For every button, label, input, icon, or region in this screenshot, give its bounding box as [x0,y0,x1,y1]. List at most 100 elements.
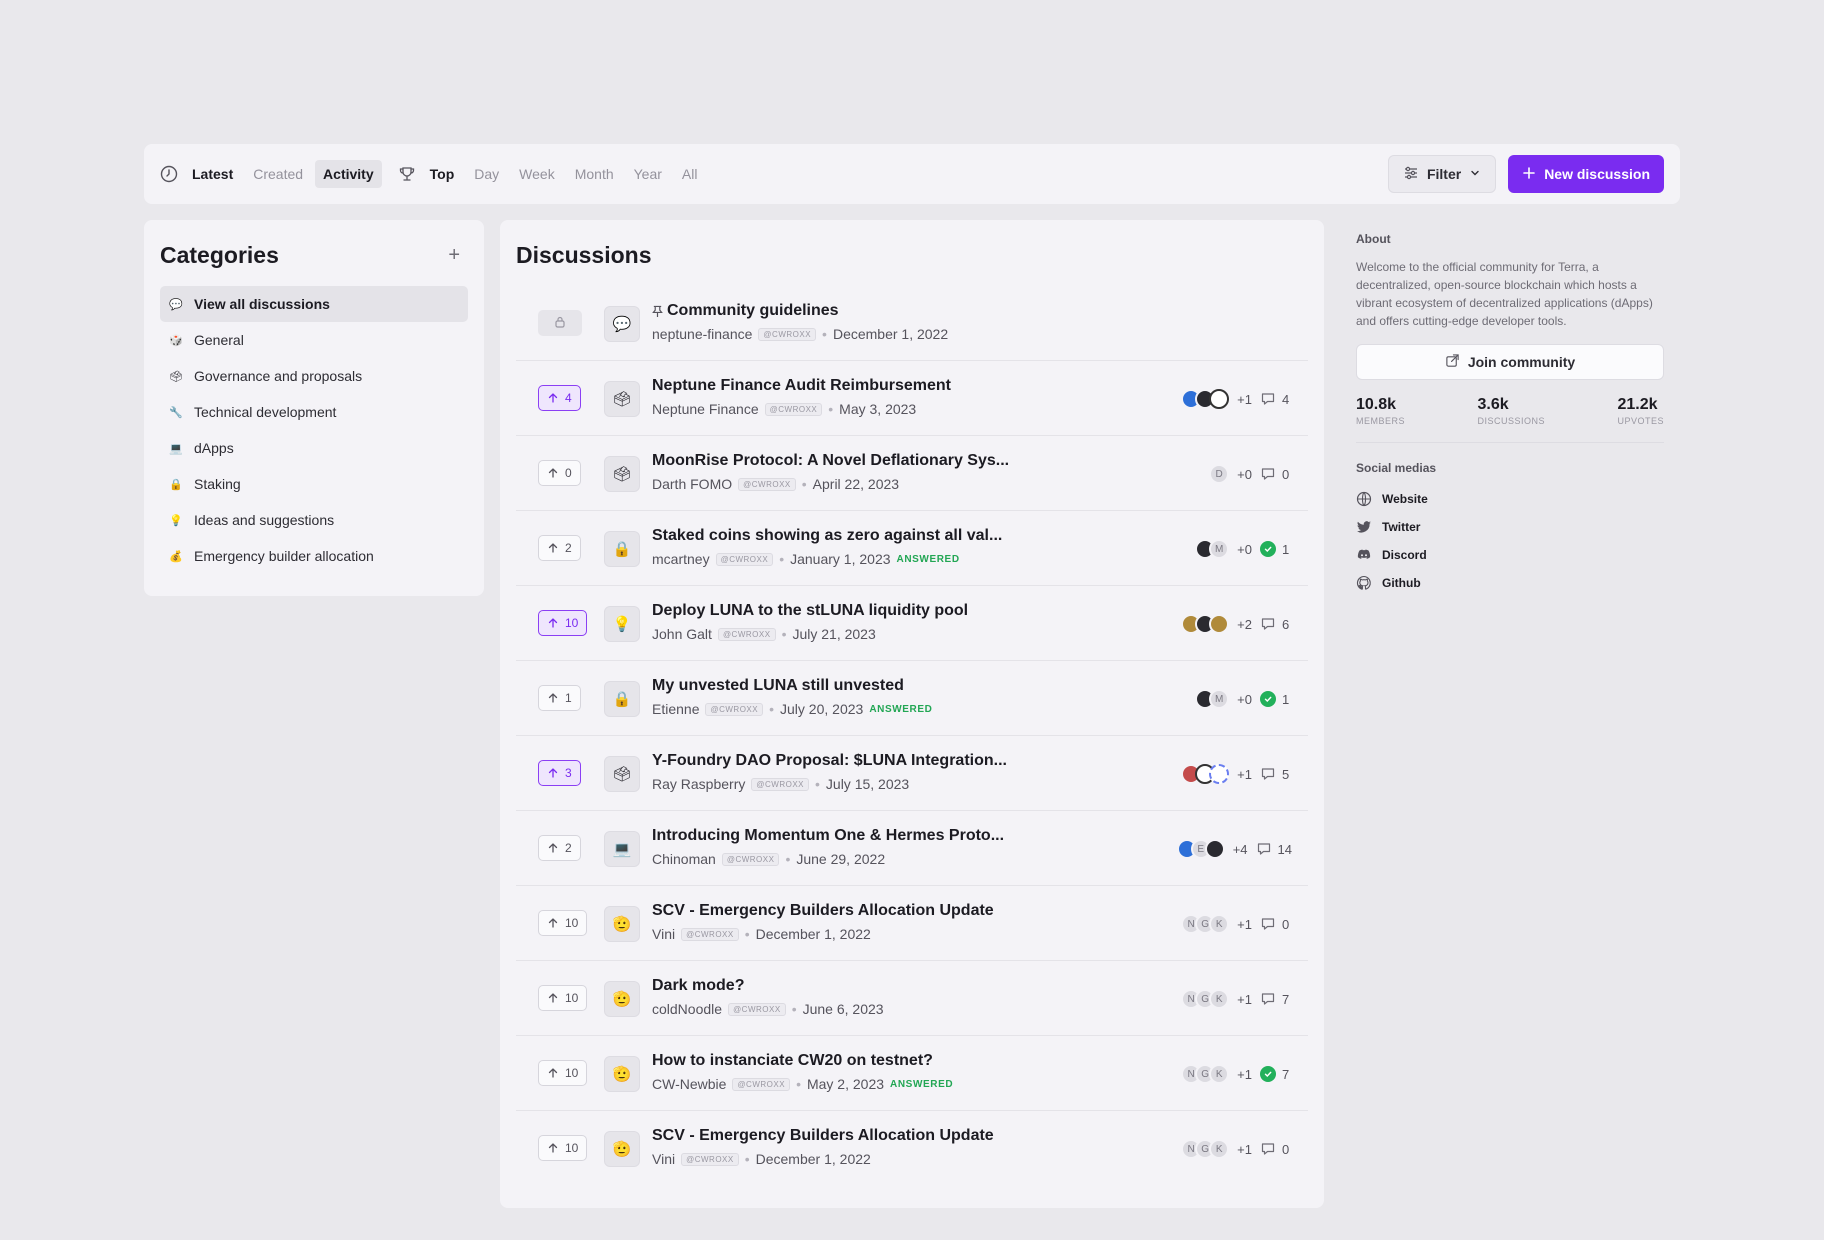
discussion-row[interactable]: 10 🫡 SCV - Emergency Builders Allocation U… [516,1111,1308,1186]
sort-created[interactable]: Created [245,160,311,188]
discussion-title[interactable]: My unvested LUNA still unvested [652,677,932,695]
reply-count: 14 [1256,841,1292,857]
discussion-row[interactable]: 1 🔒 My unvested LUNA still unvested Etienne… [516,661,1308,736]
author-name[interactable]: Vini [652,1151,675,1167]
category-item[interactable]: 🎲 General [160,322,468,358]
community-stats: 10.8k MEMBERS 3.6k DISCUSSIONS 21.2k UPVOTES [1356,396,1664,443]
sort-activity[interactable]: Activity [315,160,382,188]
social-link-github[interactable]: Github [1356,569,1664,597]
separator-dot: • [779,551,785,567]
category-item[interactable]: 🔒 Staking [160,466,468,502]
author-name[interactable]: Etienne [652,701,699,717]
discussion-title[interactable]: Staked coins showing as zero against all… [652,527,1002,545]
comment-icon [1260,916,1276,932]
author-name[interactable]: Darth FOMO [652,476,732,492]
author-name[interactable]: neptune-finance [652,326,752,342]
discussion-row[interactable]: 2 💻 Introducing Momentum One & Hermes Prot… [516,811,1308,886]
upvote-button[interactable]: 0 [538,460,581,486]
author-handle-tag: @CWROXX [732,1077,791,1091]
discussion-meta: coldNoodle @CWROXX • June 6, 2023 [652,1001,884,1017]
discussion-title[interactable]: Deploy LUNA to the stLUNA liquidity pool [652,602,968,620]
author-name[interactable]: Neptune Finance [652,401,759,417]
discussion-title[interactable]: SCV - Emergency Builders Allocation Upda… [652,902,994,920]
sort-latest[interactable]: Latest [184,160,241,188]
upvote-button[interactable]: 10 [538,910,588,936]
discussion-text: Community guidelines neptune-finance @CWRO… [652,302,948,342]
answered-badge: ANSWERED [896,553,960,565]
discussion-row[interactable]: 3 🗳 Y-Foundry DAO Proposal: $LUNA Integrat… [516,736,1308,811]
upvote-button[interactable]: 2 [538,535,581,561]
category-item[interactable]: 💡 Ideas and suggestions [160,502,468,538]
upvote-button[interactable]: 10 [538,1135,588,1161]
upvote-button[interactable]: 10 [538,985,588,1011]
discussion-title[interactable]: MoonRise Protocol: A Novel Deflationary … [652,452,1009,470]
discussion-title[interactable]: Dark mode? [652,977,884,995]
participant-avatars: D [1209,464,1230,484]
filter-button[interactable]: Filter [1387,155,1497,193]
upvote-button[interactable]: 2 [538,835,581,861]
reply-count: 1 [1260,541,1292,557]
category-item[interactable]: 🔧 Technical development [160,394,468,430]
upvote-button[interactable]: 10 [538,1060,588,1086]
discussion-title[interactable]: Neptune Finance Audit Reimbursement [652,377,951,395]
discussion-row[interactable]: 10 💡 Deploy LUNA to the stLUNA liquidity p… [516,586,1308,661]
range-year[interactable]: Year [626,160,670,188]
new-discussion-button[interactable]: New discussion [1508,155,1664,193]
discussion-row[interactable]: 10 🫡 SCV - Emergency Builders Allocation U… [516,886,1308,961]
globe-icon [1356,491,1372,507]
upvote-button[interactable]: 1 [538,685,581,711]
discussion-row[interactable]: 10 🫡 How to instanciate CW20 on testnet? CW… [516,1036,1308,1111]
separator-dot: • [769,701,775,717]
category-label: Staking [194,476,241,492]
more-participants: +1 [1237,1066,1252,1082]
author-name[interactable]: CW-Newbie [652,1076,726,1092]
categories-panel: Categories + 💬 View all discussions 🎲 Gener… [144,220,484,596]
reply-count-value: 5 [1282,766,1290,782]
category-item[interactable]: 🗳 Governance and proposals [160,358,468,394]
discussion-title-text: How to instanciate CW20 on testnet? [652,1052,933,1069]
category-item[interactable]: 💰 Emergency builder allocation [160,538,468,574]
upvote-button[interactable]: 10 [538,610,588,636]
discussion-row[interactable]: 4 🗳 Neptune Finance Audit Reimbursement Nep… [516,361,1308,436]
category-item[interactable]: 💬 View all discussions [160,286,468,322]
author-name[interactable]: Ray Raspberry [652,776,745,792]
upvote-button[interactable]: 3 [538,760,581,786]
author-name[interactable]: John Galt [652,626,712,642]
author-name[interactable]: mcartney [652,551,710,567]
comment-icon [1260,1141,1276,1157]
discussion-title[interactable]: Community guidelines [652,302,948,320]
discussion-title[interactable]: SCV - Emergency Builders Allocation Upda… [652,1127,994,1145]
add-category-icon[interactable]: + [448,244,460,267]
sort-top[interactable]: Top [422,160,463,188]
discussion-title[interactable]: How to instanciate CW20 on testnet? [652,1052,953,1070]
social-link-twitter[interactable]: Twitter [1356,513,1664,541]
join-community-button[interactable]: Join community [1356,344,1664,380]
social-link-website[interactable]: Website [1356,485,1664,513]
discussion-row[interactable]: 10 🫡 Dark mode? coldNoodle @CWROXX • June 6, 2… [516,961,1308,1036]
separator-dot: • [744,1151,750,1167]
range-day[interactable]: Day [466,160,507,188]
comment-icon [1260,616,1276,632]
discussion-row[interactable]: 💬 Community guidelines neptune-finance @CWR… [516,286,1308,361]
discussion-title-text: Dark mode? [652,977,745,994]
reply-count-value: 1 [1282,541,1290,557]
more-participants: +1 [1237,766,1252,782]
discussion-row[interactable]: 2 🔒 Staked coins showing as zero against a… [516,511,1308,586]
avatar [1209,614,1230,634]
author-name[interactable]: coldNoodle [652,1001,722,1017]
range-month[interactable]: Month [567,160,622,188]
twitter-icon [1356,519,1372,535]
discussion-title[interactable]: Introducing Momentum One & Hermes Proto.… [652,827,1004,845]
discussion-stats: +1 5 [1181,764,1292,784]
author-name[interactable]: Chinoman [652,851,716,867]
discussion-title[interactable]: Y-Foundry DAO Proposal: $LUNA Integratio… [652,752,1007,770]
author-name[interactable]: Vini [652,926,675,942]
upvote-button[interactable]: 4 [538,385,581,411]
range-all[interactable]: All [674,160,706,188]
social-link-discord[interactable]: Discord [1356,541,1664,569]
category-label: Emergency builder allocation [194,548,374,564]
category-item[interactable]: 💻 dApps [160,430,468,466]
more-participants: +0 [1237,466,1252,482]
discussion-row[interactable]: 0 🗳 MoonRise Protocol: A Novel Deflationar… [516,436,1308,511]
range-week[interactable]: Week [511,160,563,188]
